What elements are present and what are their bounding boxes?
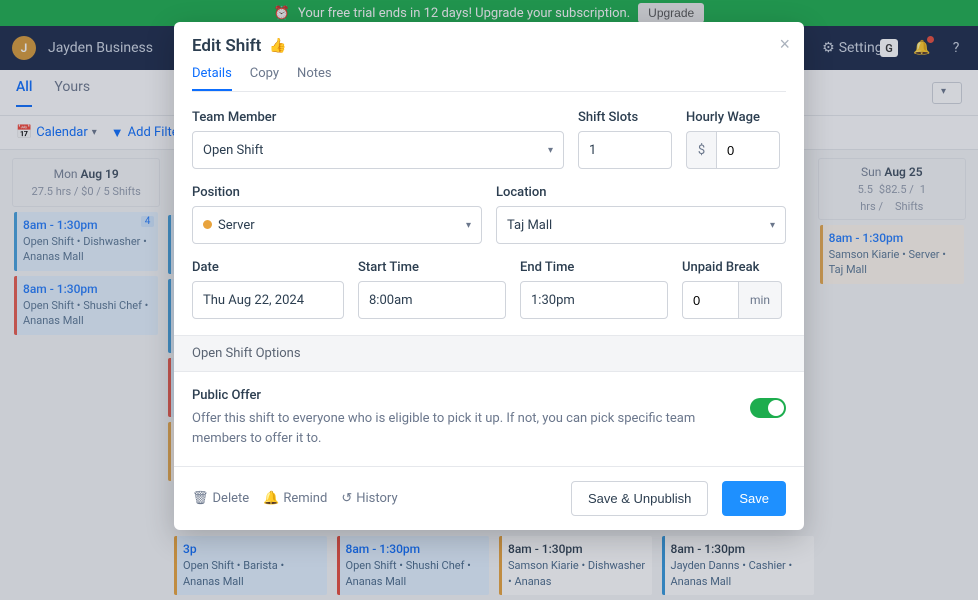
thumbs-up-icon: 👍 — [269, 38, 286, 54]
public-offer-toggle[interactable] — [750, 398, 786, 418]
location-select[interactable]: Taj Mall▾ — [496, 206, 786, 244]
delete-button[interactable]: 🗑Delete — [192, 491, 249, 506]
tab-notes[interactable]: Notes — [297, 66, 332, 91]
tab-details[interactable]: Details — [192, 66, 232, 91]
chevron-down-icon: ▾ — [770, 220, 775, 231]
chevron-down-icon: ▾ — [548, 145, 553, 156]
save-unpublish-button[interactable]: Save & Unpublish — [571, 481, 708, 516]
end-time-label: End Time — [520, 260, 668, 275]
currency-prefix: $ — [686, 131, 716, 169]
end-time-input[interactable]: 1:30pm — [520, 281, 668, 319]
history-icon: ↺ — [341, 491, 352, 506]
position-label: Position — [192, 185, 482, 200]
date-label: Date — [192, 260, 344, 275]
start-time-label: Start Time — [358, 260, 506, 275]
unpaid-break-label: Unpaid Break — [682, 260, 786, 275]
history-button[interactable]: ↺History — [341, 491, 397, 506]
position-select[interactable]: Server ▾ — [192, 206, 482, 244]
shift-slots-label: Shift Slots — [578, 110, 672, 125]
date-input[interactable]: Thu Aug 22, 2024 — [192, 281, 344, 319]
bell-icon: 🔔 — [263, 491, 279, 506]
shift-slots-input[interactable]: 1 — [578, 131, 672, 169]
save-button[interactable]: Save — [722, 481, 786, 516]
public-offer-title: Public Offer — [192, 388, 734, 403]
chevron-down-icon: ▾ — [466, 220, 471, 231]
location-label: Location — [496, 185, 786, 200]
wage-input[interactable] — [716, 131, 780, 169]
start-time-input[interactable]: 8:00am — [358, 281, 506, 319]
remind-button[interactable]: 🔔Remind — [263, 491, 327, 506]
unpaid-break-input[interactable] — [682, 281, 738, 319]
modal-title: Edit Shift 👍 — [192, 36, 786, 56]
open-shift-options-header: Open Shift Options — [174, 335, 804, 372]
close-icon[interactable]: × — [779, 34, 790, 55]
public-offer-desc: Offer this shift to everyone who is elig… — [192, 409, 734, 448]
edit-shift-modal: Edit Shift 👍 × Details Copy Notes Team M… — [174, 22, 804, 530]
hourly-wage-label: Hourly Wage — [686, 110, 786, 125]
trash-icon: 🗑 — [192, 491, 209, 506]
position-color-dot — [203, 220, 212, 229]
team-member-label: Team Member — [192, 110, 564, 125]
break-unit: min — [738, 281, 782, 319]
team-member-select[interactable]: Open Shift▾ — [192, 131, 564, 169]
modal-overlay: Edit Shift 👍 × Details Copy Notes Team M… — [0, 0, 978, 600]
tab-copy[interactable]: Copy — [250, 66, 279, 91]
